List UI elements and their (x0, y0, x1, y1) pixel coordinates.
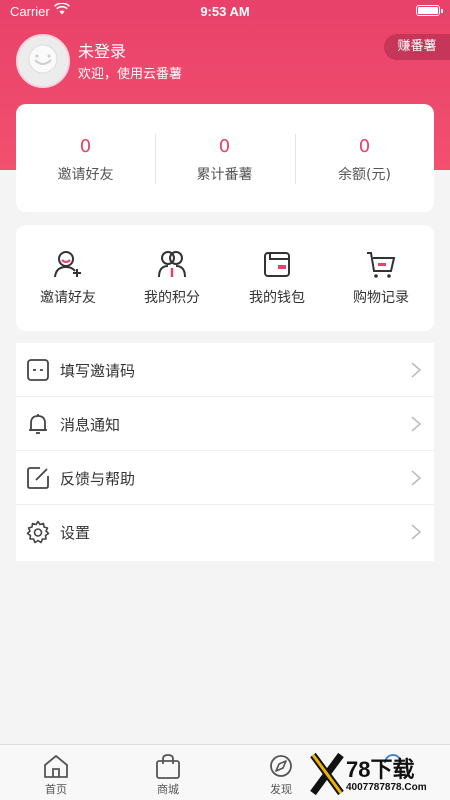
menu-label: 填写邀请码 (60, 362, 136, 380)
tab-label: 商城 (157, 783, 179, 796)
quick-label: 我的积分 (144, 290, 200, 306)
bell-icon (29, 414, 47, 434)
gear-icon (26, 520, 50, 544)
quick-my-wallet[interactable]: 我的钱包 (225, 225, 329, 331)
stat-label: 累计番薯 (196, 167, 253, 183)
stat-label: 邀请好友 (57, 167, 114, 183)
menu-item-settings[interactable]: 设置 (16, 505, 434, 559)
menu-label: 设置 (60, 524, 91, 542)
menu-item-feedback[interactable]: 反馈与帮助 (16, 451, 434, 505)
watermark-sub-text: 4007787878.Com (346, 782, 427, 793)
menu-item-invite-code[interactable]: 填写邀请码 (16, 343, 434, 397)
quick-label: 我的钱包 (249, 290, 305, 306)
avatar[interactable] (16, 34, 70, 88)
points-icon (158, 251, 186, 278)
quick-invite-friends[interactable]: 邀请好友 (16, 225, 120, 331)
chevron-right-icon (411, 470, 422, 486)
tab-shop[interactable]: 商城 (112, 745, 224, 800)
quick-shopping-records[interactable]: 购物记录 (329, 225, 433, 331)
quick-label: 购物记录 (353, 290, 409, 306)
shopping-cart-icon (367, 252, 396, 278)
invite-friend-icon (54, 251, 81, 278)
tab-label: 首页 (45, 783, 67, 796)
discover-icon (270, 755, 292, 777)
watermark-logo: 78下载 4007787878.Com (310, 750, 450, 800)
status-time: 9:53 AM (200, 4, 250, 19)
chevron-right-icon (411, 524, 422, 540)
stat-total-yams[interactable]: 0 累计番薯 (155, 104, 294, 212)
menu-label: 消息通知 (60, 416, 121, 434)
avatar-face-icon (18, 36, 68, 86)
profile-subtitle: 欢迎，使用云番薯 (78, 67, 183, 82)
shop-bag-icon (156, 754, 180, 779)
invite-code-icon (27, 359, 49, 381)
menu-item-notifications[interactable]: 消息通知 (16, 397, 434, 451)
tab-home[interactable]: 首页 (0, 745, 112, 800)
watermark-main-text: 78下载 (346, 757, 415, 782)
feedback-icon (27, 467, 49, 489)
chevron-right-icon (411, 362, 422, 378)
quick-actions-card: 邀请好友 我的积分 我的钱包 购物记录 (16, 225, 434, 331)
watermark-x-icon (310, 752, 344, 796)
status-bar: Carrier 9:53 AM (0, 0, 450, 22)
settings-menu: 填写邀请码 消息通知 反馈与帮助 设置 (16, 343, 434, 561)
profile-section[interactable]: 未登录 欢迎，使用云番薯 (16, 34, 316, 88)
chevron-right-icon (411, 416, 422, 432)
stat-balance[interactable]: 0 余额(元) (295, 104, 434, 212)
stat-value: 0 (358, 136, 371, 157)
stats-card: 0 邀请好友 0 累计番薯 0 余额(元) (16, 104, 434, 212)
quick-my-points[interactable]: 我的积分 (120, 225, 224, 331)
battery-icon (416, 5, 443, 16)
home-icon (44, 755, 68, 778)
wallet-icon (264, 252, 290, 277)
stat-label: 余额(元) (338, 167, 391, 183)
earn-button[interactable]: 赚番薯 (384, 34, 450, 60)
quick-label: 邀请好友 (40, 290, 96, 306)
profile-name[interactable]: 未登录 (78, 38, 126, 62)
menu-label: 反馈与帮助 (60, 470, 136, 488)
stat-value: 0 (218, 136, 231, 157)
stat-invite-friends[interactable]: 0 邀请好友 (16, 104, 155, 212)
stat-value: 0 (79, 136, 92, 157)
